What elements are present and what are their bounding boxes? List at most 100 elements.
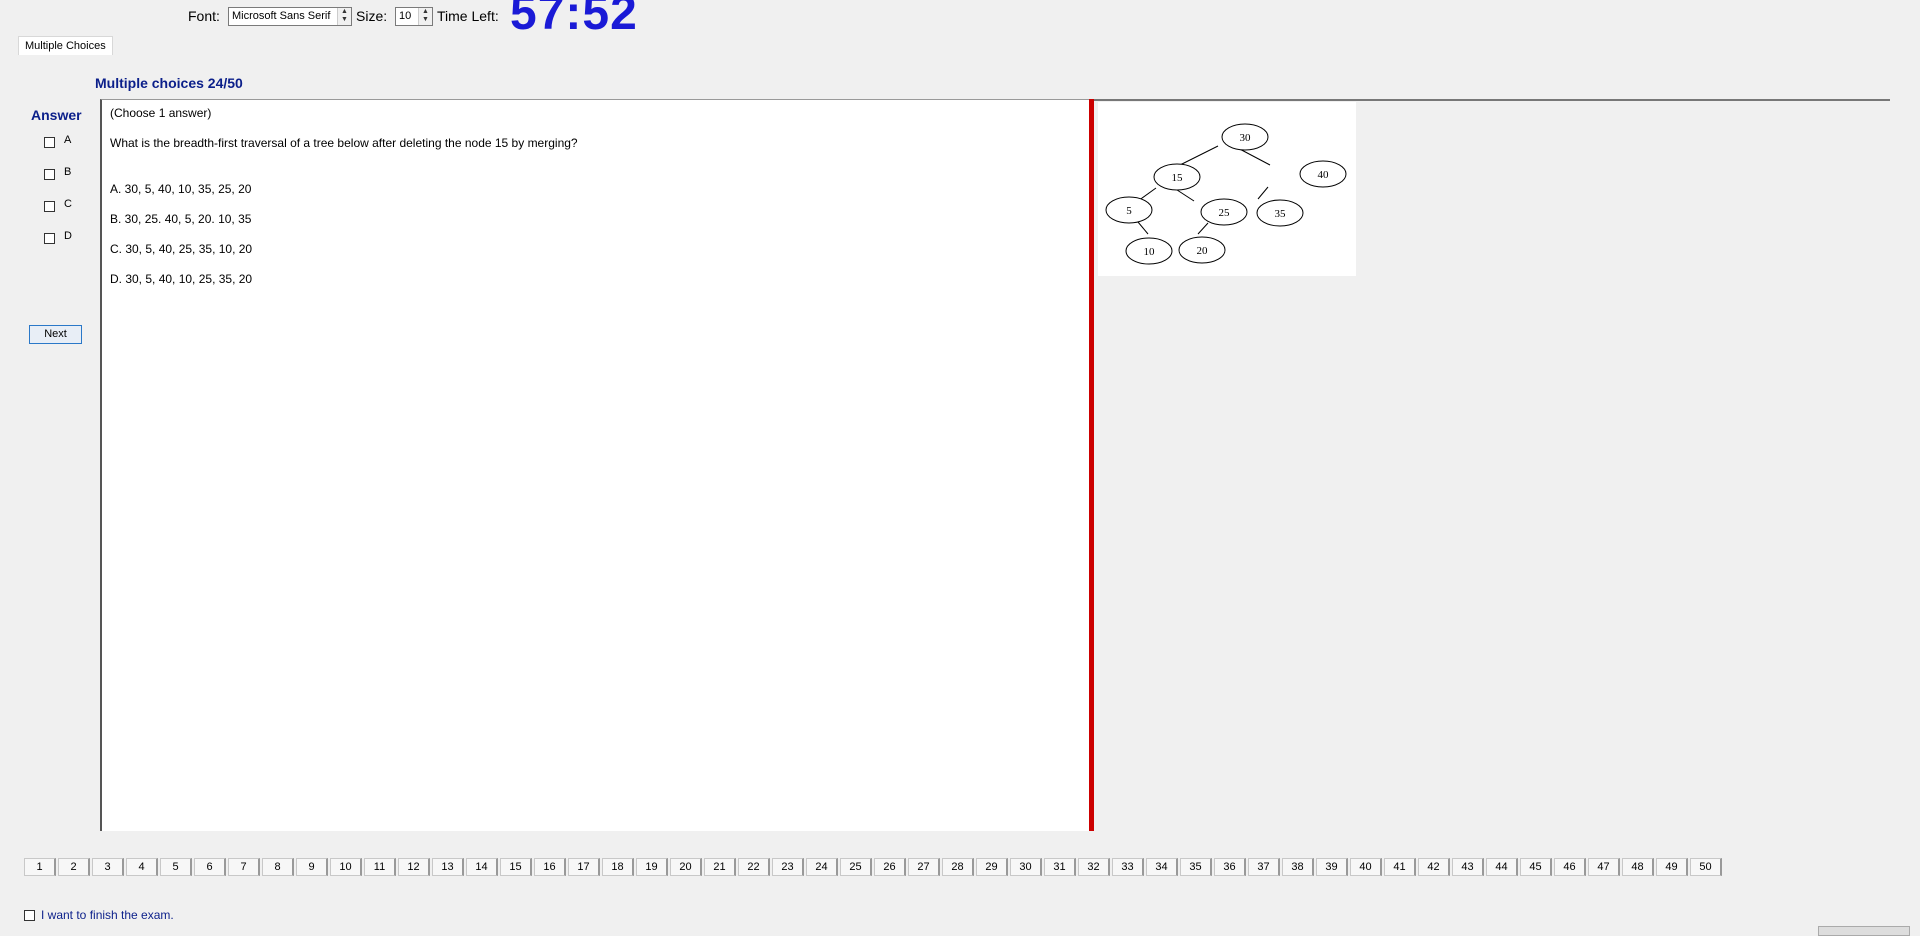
tree-node-20-label: 20	[1197, 245, 1209, 257]
page-button[interactable]: 21	[704, 858, 736, 876]
page-button[interactable]: 40	[1350, 858, 1382, 876]
page-button[interactable]: 50	[1690, 858, 1722, 876]
page-button[interactable]: 7	[228, 858, 260, 876]
page-button[interactable]: 23	[772, 858, 804, 876]
page-button[interactable]: 9	[296, 858, 328, 876]
page-button[interactable]: 5	[160, 858, 192, 876]
page-button[interactable]: 4	[126, 858, 158, 876]
panel-splitter[interactable]	[1089, 99, 1094, 831]
page-button[interactable]: 44	[1486, 858, 1518, 876]
answer-title: Answer	[31, 107, 82, 123]
tree-node-25-label: 25	[1219, 207, 1231, 219]
page-button[interactable]: 36	[1214, 858, 1246, 876]
checkbox-d[interactable]	[44, 232, 55, 244]
page-button[interactable]: 22	[738, 858, 770, 876]
tree-node-5: 5	[1105, 196, 1153, 224]
page-button[interactable]: 29	[976, 858, 1008, 876]
page-button[interactable]: 24	[806, 858, 838, 876]
tree-node-40: 40	[1299, 160, 1347, 188]
page-button[interactable]: 14	[466, 858, 498, 876]
answer-option-d-label: D	[64, 230, 72, 242]
page-button[interactable]: 16	[534, 858, 566, 876]
tab-multiple-choices[interactable]: Multiple Choices	[18, 36, 113, 55]
checkbox-b[interactable]	[44, 168, 55, 180]
question-instruction: (Choose 1 answer)	[110, 106, 212, 120]
choice-c-text: C. 30, 5, 40, 25, 35, 10, 20	[110, 242, 253, 256]
answer-option-b-label: B	[64, 166, 72, 178]
font-select-value: Microsoft Sans Serif	[232, 10, 331, 22]
answer-option-b[interactable]: B	[44, 166, 71, 184]
page-button[interactable]: 33	[1112, 858, 1144, 876]
tree-node-35-label: 35	[1275, 208, 1287, 220]
page-button[interactable]: 20	[670, 858, 702, 876]
page-button[interactable]: 41	[1384, 858, 1416, 876]
page-button[interactable]: 48	[1622, 858, 1654, 876]
page-button[interactable]: 18	[602, 858, 634, 876]
tree-node-10: 10	[1125, 237, 1173, 265]
page-button[interactable]: 6	[194, 858, 226, 876]
page-button[interactable]: 27	[908, 858, 940, 876]
page-button[interactable]: 46	[1554, 858, 1586, 876]
tree-node-35: 35	[1256, 199, 1304, 227]
page-button[interactable]: 47	[1588, 858, 1620, 876]
page-button[interactable]: 2	[58, 858, 90, 876]
tree-node-15-label: 15	[1172, 172, 1184, 184]
answer-option-a-label: A	[64, 134, 72, 146]
page-button[interactable]: 3	[92, 858, 124, 876]
page-button[interactable]: 25	[840, 858, 872, 876]
tree-node-20: 20	[1178, 236, 1226, 264]
answer-option-c[interactable]: C	[44, 198, 72, 216]
font-select[interactable]: Microsoft Sans Serif ▲ ▼	[228, 7, 352, 26]
time-left-label: Time Left:	[437, 8, 499, 24]
page-button[interactable]: 10	[330, 858, 362, 876]
page-button[interactable]: 12	[398, 858, 430, 876]
tree-node-10-label: 10	[1144, 246, 1156, 258]
page-button[interactable]: 28	[942, 858, 974, 876]
choice-b-text: B. 30, 25. 40, 5, 20. 10, 35	[110, 212, 252, 226]
page-button[interactable]: 31	[1044, 858, 1076, 876]
page-button[interactable]: 26	[874, 858, 906, 876]
question-prompt: What is the breadth-first traversal of a…	[110, 136, 578, 150]
tree-nodes: 30 15 40 5 25 35 10 20	[1105, 123, 1347, 265]
choice-a-text: A. 30, 5, 40, 10, 35, 25, 20	[110, 182, 252, 196]
section-title: Multiple choices 24/50	[95, 75, 243, 91]
submit-button[interactable]	[1818, 926, 1910, 936]
page-button[interactable]: 1	[24, 858, 56, 876]
page-button[interactable]: 8	[262, 858, 294, 876]
page-button[interactable]: 49	[1656, 858, 1688, 876]
page-button[interactable]: 30	[1010, 858, 1042, 876]
finish-exam-option[interactable]: I want to finish the exam.	[24, 908, 174, 922]
page-button[interactable]: 42	[1418, 858, 1450, 876]
checkbox-c[interactable]	[44, 200, 55, 212]
choice-d-text: D. 30, 5, 40, 10, 25, 35, 20	[110, 272, 253, 286]
next-button[interactable]: Next	[29, 325, 82, 344]
size-stepper-value: 10	[399, 10, 412, 22]
tree-node-15: 15	[1153, 163, 1201, 191]
checkbox-a[interactable]	[44, 136, 55, 148]
tree-node-40-label: 40	[1318, 169, 1330, 181]
page-button[interactable]: 13	[432, 858, 464, 876]
tree-node-30-label: 30	[1240, 132, 1252, 144]
answer-option-d[interactable]: D	[44, 230, 72, 248]
page-button[interactable]: 15	[500, 858, 532, 876]
font-select-spinner-icon[interactable]: ▲ ▼	[337, 8, 351, 25]
page-button[interactable]: 39	[1316, 858, 1348, 876]
answer-option-a[interactable]: A	[44, 134, 71, 152]
page-button[interactable]: 38	[1282, 858, 1314, 876]
answer-option-c-label: C	[64, 198, 72, 210]
question-panel: (Choose 1 answer) What is the breadth-fi…	[100, 99, 1089, 831]
finish-exam-checkbox[interactable]	[24, 910, 35, 922]
size-label: Size:	[356, 8, 388, 24]
page-button[interactable]: 32	[1078, 858, 1110, 876]
page-button[interactable]: 45	[1520, 858, 1552, 876]
page-button[interactable]: 19	[636, 858, 668, 876]
size-stepper[interactable]: 10 ▲ ▼	[395, 7, 433, 26]
size-stepper-arrows-icon[interactable]: ▲ ▼	[418, 8, 432, 25]
page-button[interactable]: 43	[1452, 858, 1484, 876]
page-button[interactable]: 37	[1248, 858, 1280, 876]
page-button[interactable]: 17	[568, 858, 600, 876]
page-button[interactable]: 11	[364, 858, 396, 876]
page-button[interactable]: 34	[1146, 858, 1178, 876]
question-pager: 1 2 3 4 5 6 7 8 9 10 11 12 13 14 15 16 17 18 19 20 21 22 23 24 2…	[24, 858, 1724, 878]
page-button[interactable]: 35	[1180, 858, 1212, 876]
